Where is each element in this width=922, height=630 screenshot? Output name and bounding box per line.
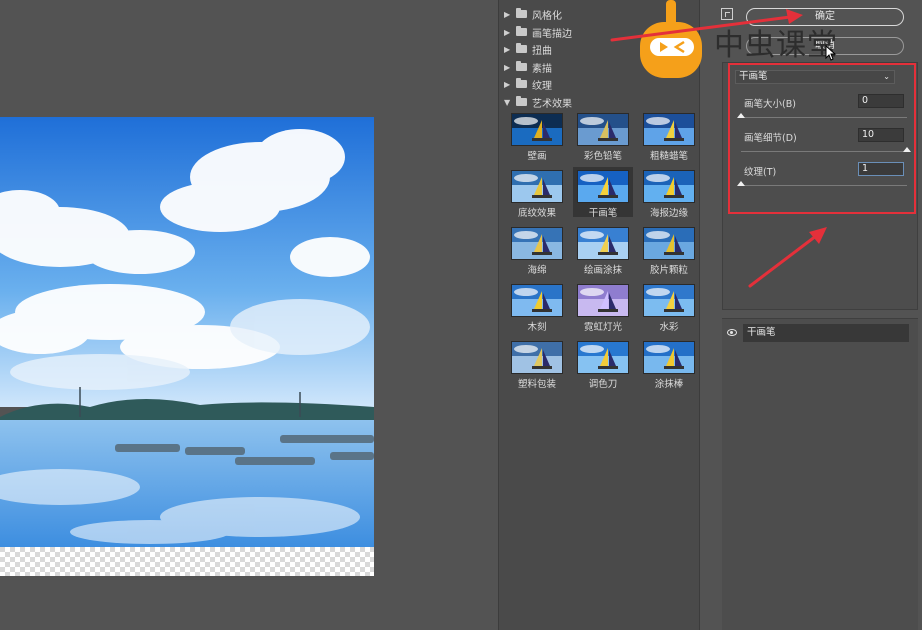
filter-thumbnail-label: 彩色铅笔 <box>583 151 622 162</box>
filter-thumbnail-label: 绘画涂抹 <box>583 265 622 276</box>
filter-preview-image <box>643 227 695 260</box>
filter-preview-image <box>511 284 563 317</box>
brush-detail-slider[interactable] <box>741 147 911 152</box>
watermark-logo-icon <box>638 0 706 85</box>
filter-thumbnail-label: 粗糙蜡笔 <box>649 151 688 162</box>
mouse-cursor-icon <box>825 45 837 61</box>
filter-thumbnail-label: 胶片颗粒 <box>649 265 688 276</box>
folder-icon <box>516 78 527 88</box>
filter-thumbnail[interactable]: 涂抹棒 <box>639 338 699 390</box>
filter-thumbnail[interactable]: 干画笔 <box>573 167 633 219</box>
expand-arrow-icon[interactable]: ▶ <box>504 45 514 54</box>
effect-layers-panel: 干画笔 <box>722 318 918 630</box>
category-artistic[interactable]: ▼ 艺术效果 <box>499 93 699 111</box>
filter-gallery: ▶ 风格化 ▶ 画笔描边 ▶ 扭曲 ▶ 素描 ▶ 纹理 ▼ 艺术效果 壁画 彩色铅… <box>498 0 700 630</box>
filter-preview-image <box>577 170 629 203</box>
folder-icon <box>516 26 527 36</box>
brush-size-input[interactable]: 0 <box>858 94 904 108</box>
slider-knob[interactable] <box>903 147 911 152</box>
expand-arrow-icon[interactable]: ▶ <box>504 28 514 37</box>
brush-detail-input[interactable]: 10 <box>858 128 904 142</box>
filter-thumbnail-label: 涂抹棒 <box>654 379 684 390</box>
slider-knob[interactable] <box>737 113 745 118</box>
preview-image <box>0 117 374 576</box>
filter-thumbnail[interactable]: 海报边缘 <box>639 167 699 219</box>
filter-thumbnail-label: 塑料包装 <box>517 379 556 390</box>
texture-slider[interactable] <box>737 181 907 186</box>
category-label: 画笔描边 <box>532 28 572 40</box>
effect-layer-name[interactable]: 干画笔 <box>743 324 909 342</box>
category-label: 扭曲 <box>532 45 552 57</box>
brush-size-slider[interactable] <box>737 113 907 118</box>
filter-thumbnail[interactable]: 调色刀 <box>573 338 633 390</box>
filter-thumbnail[interactable]: 绘画涂抹 <box>573 224 633 276</box>
folder-icon <box>516 61 527 71</box>
filter-preview-image <box>643 113 695 146</box>
preview-area[interactable] <box>0 0 490 630</box>
filter-preview-image <box>643 284 695 317</box>
filter-preview-image <box>577 227 629 260</box>
filter-preview-image <box>577 113 629 146</box>
slider-knob[interactable] <box>737 181 745 186</box>
category-label: 纹理 <box>532 80 552 92</box>
filter-thumbnail[interactable]: 壁画 <box>507 110 567 162</box>
category-label: 艺术效果 <box>532 98 572 110</box>
brush-detail-label: 画笔细节(D) <box>744 133 797 144</box>
filter-select-value: 干画笔 <box>739 71 768 82</box>
effect-layer-row[interactable]: 干画笔 <box>722 323 918 343</box>
texture-input[interactable]: 1 <box>858 162 904 176</box>
filter-preview-image <box>511 170 563 203</box>
folder-open-icon <box>516 96 527 106</box>
filter-thumbnail-label: 底纹效果 <box>517 208 556 219</box>
filter-thumbnail-label: 壁画 <box>527 151 547 162</box>
expand-arrow-icon[interactable]: ▶ <box>504 10 514 19</box>
expand-arrow-icon[interactable]: ▶ <box>504 80 514 89</box>
category-label: 素描 <box>532 63 552 75</box>
chevron-down-icon: ⌄ <box>883 72 890 81</box>
settings-panel: 确定 取消 干画笔 ⌄ 画笔大小(B) 0 画笔细节(D) 10 纹理(T) 1… <box>712 0 922 630</box>
filter-preview-image <box>577 341 629 374</box>
filter-thumbnail[interactable]: 底纹效果 <box>507 167 567 219</box>
filter-thumbnail-label: 木刻 <box>527 322 547 333</box>
texture-label: 纹理(T) <box>744 167 777 178</box>
filter-thumbnail-label: 霓虹灯光 <box>583 322 622 333</box>
folder-icon <box>516 43 527 53</box>
filter-thumbnail[interactable]: 彩色铅笔 <box>573 110 633 162</box>
category-label: 风格化 <box>532 10 562 22</box>
filter-thumbnail[interactable]: 胶片颗粒 <box>639 224 699 276</box>
filter-thumbnail[interactable]: 水彩 <box>639 281 699 333</box>
filter-thumbnail[interactable]: 塑料包装 <box>507 338 567 390</box>
filter-thumbnail[interactable]: 霓虹灯光 <box>573 281 633 333</box>
filter-select[interactable]: 干画笔 ⌄ <box>735 70 895 84</box>
filter-thumbnail-label: 海报边缘 <box>649 208 688 219</box>
watermark-text: 中虫课堂 <box>714 28 838 63</box>
filter-thumbnail[interactable]: 粗糙蜡笔 <box>639 110 699 162</box>
filter-thumbnail-label: 干画笔 <box>588 208 618 219</box>
filter-thumbnail-label: 调色刀 <box>588 379 618 390</box>
expand-arrow-icon[interactable]: ▶ <box>504 63 514 72</box>
filter-preview-image <box>577 284 629 317</box>
filter-thumbnail-label: 海绵 <box>527 265 547 276</box>
filter-thumbnail-label: 水彩 <box>659 322 679 333</box>
filter-thumbnail[interactable]: 海绵 <box>507 224 567 276</box>
filter-thumbnail[interactable]: 木刻 <box>507 281 567 333</box>
filter-options: 干画笔 ⌄ 画笔大小(B) 0 画笔细节(D) 10 纹理(T) 1 <box>722 62 918 310</box>
folder-icon <box>516 8 527 18</box>
eye-icon[interactable] <box>727 329 737 336</box>
filter-preview-image <box>643 170 695 203</box>
filter-preview-image <box>511 113 563 146</box>
filter-preview-image <box>511 341 563 374</box>
filter-preview-image <box>511 227 563 260</box>
brush-size-label: 画笔大小(B) <box>744 99 796 110</box>
filter-preview-image <box>643 341 695 374</box>
collapse-gallery-icon[interactable] <box>721 8 733 20</box>
collapse-arrow-icon[interactable]: ▼ <box>504 98 514 107</box>
